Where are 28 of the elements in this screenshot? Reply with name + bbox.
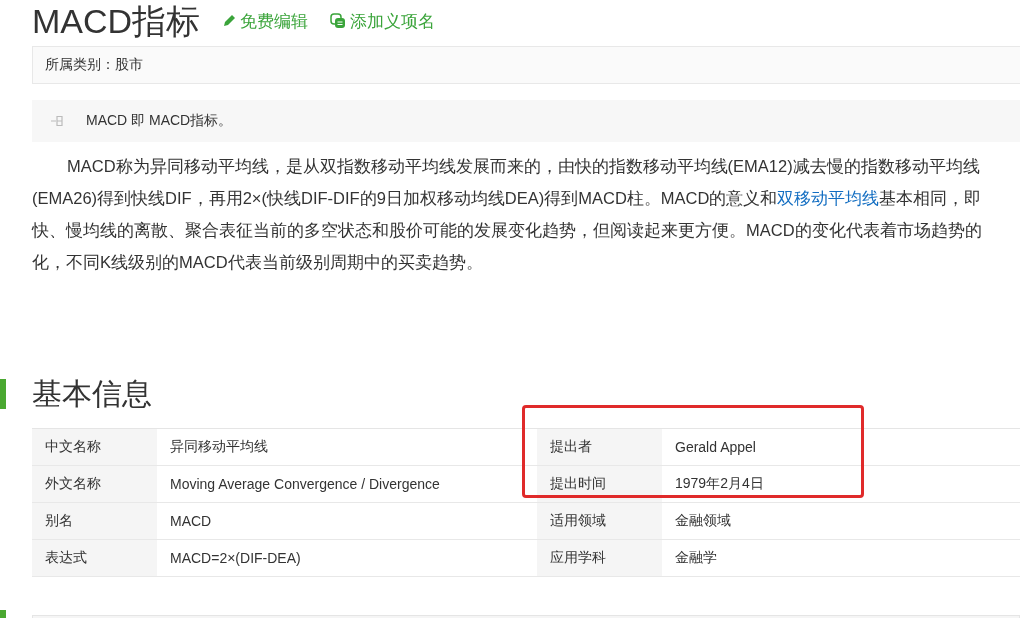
- info-value: 异同移动平均线: [169, 437, 269, 456]
- info-label: 适用领域: [537, 503, 662, 539]
- info-label: 表达式: [32, 540, 157, 576]
- info-value: 1979年2月4日: [674, 474, 765, 493]
- info-label: 别名: [32, 503, 157, 539]
- heading-marker: [0, 379, 6, 409]
- info-value: Moving Average Convergence / Divergence: [169, 475, 441, 494]
- branch-icon: [50, 115, 64, 127]
- info-label: 外文名称: [32, 466, 157, 502]
- info-label: 提出时间: [537, 466, 662, 502]
- info-label: 提出者: [537, 429, 662, 465]
- page-title: MACD指标: [32, 1, 201, 41]
- info-label: 应用学科: [537, 540, 662, 576]
- info-value: Gerald Appel: [674, 438, 757, 457]
- add-entry-icon: [330, 13, 347, 29]
- info-label: 中文名称: [32, 429, 157, 465]
- pencil-icon: [222, 14, 237, 28]
- action-link[interactable]: 添加义项名: [330, 9, 436, 33]
- section-heading: 基本信息: [32, 375, 152, 412]
- info-value: 金融领域: [674, 511, 732, 530]
- action-link[interactable]: 免费编辑: [222, 9, 309, 33]
- summary-paragraph: MACD称为异同移动平均线，是从双指数移动平均线发展而来的，由快的指数移动平均线(EMA12)减去慢的指数移动平均线 (EMA26)得到快线DIF，再用2×(快线DIF-DIF的9日加权移动均线DEA)得到MACD柱。MACD的意义和双移动平均线基本相同，即 快、慢均线的离散、聚合表征当前的多空状态和股价可能的发展变化趋势，但阅读起来更方便。MACD的变化代表着市场趋势的 化，不同K线级别的MACD代表当前级别周期中的买卖趋势。: [32, 156, 983, 273]
- info-value: MACD: [169, 512, 213, 531]
- info-value: MACD=2×(DIF-DEA): [169, 549, 302, 568]
- term-link[interactable]: 双移动平均线: [777, 189, 880, 207]
- synonym-text: MACD 即 MACD指标。: [86, 112, 233, 130]
- info-value: 金融学: [674, 548, 718, 567]
- category-text: 所属类别：股市: [45, 56, 143, 74]
